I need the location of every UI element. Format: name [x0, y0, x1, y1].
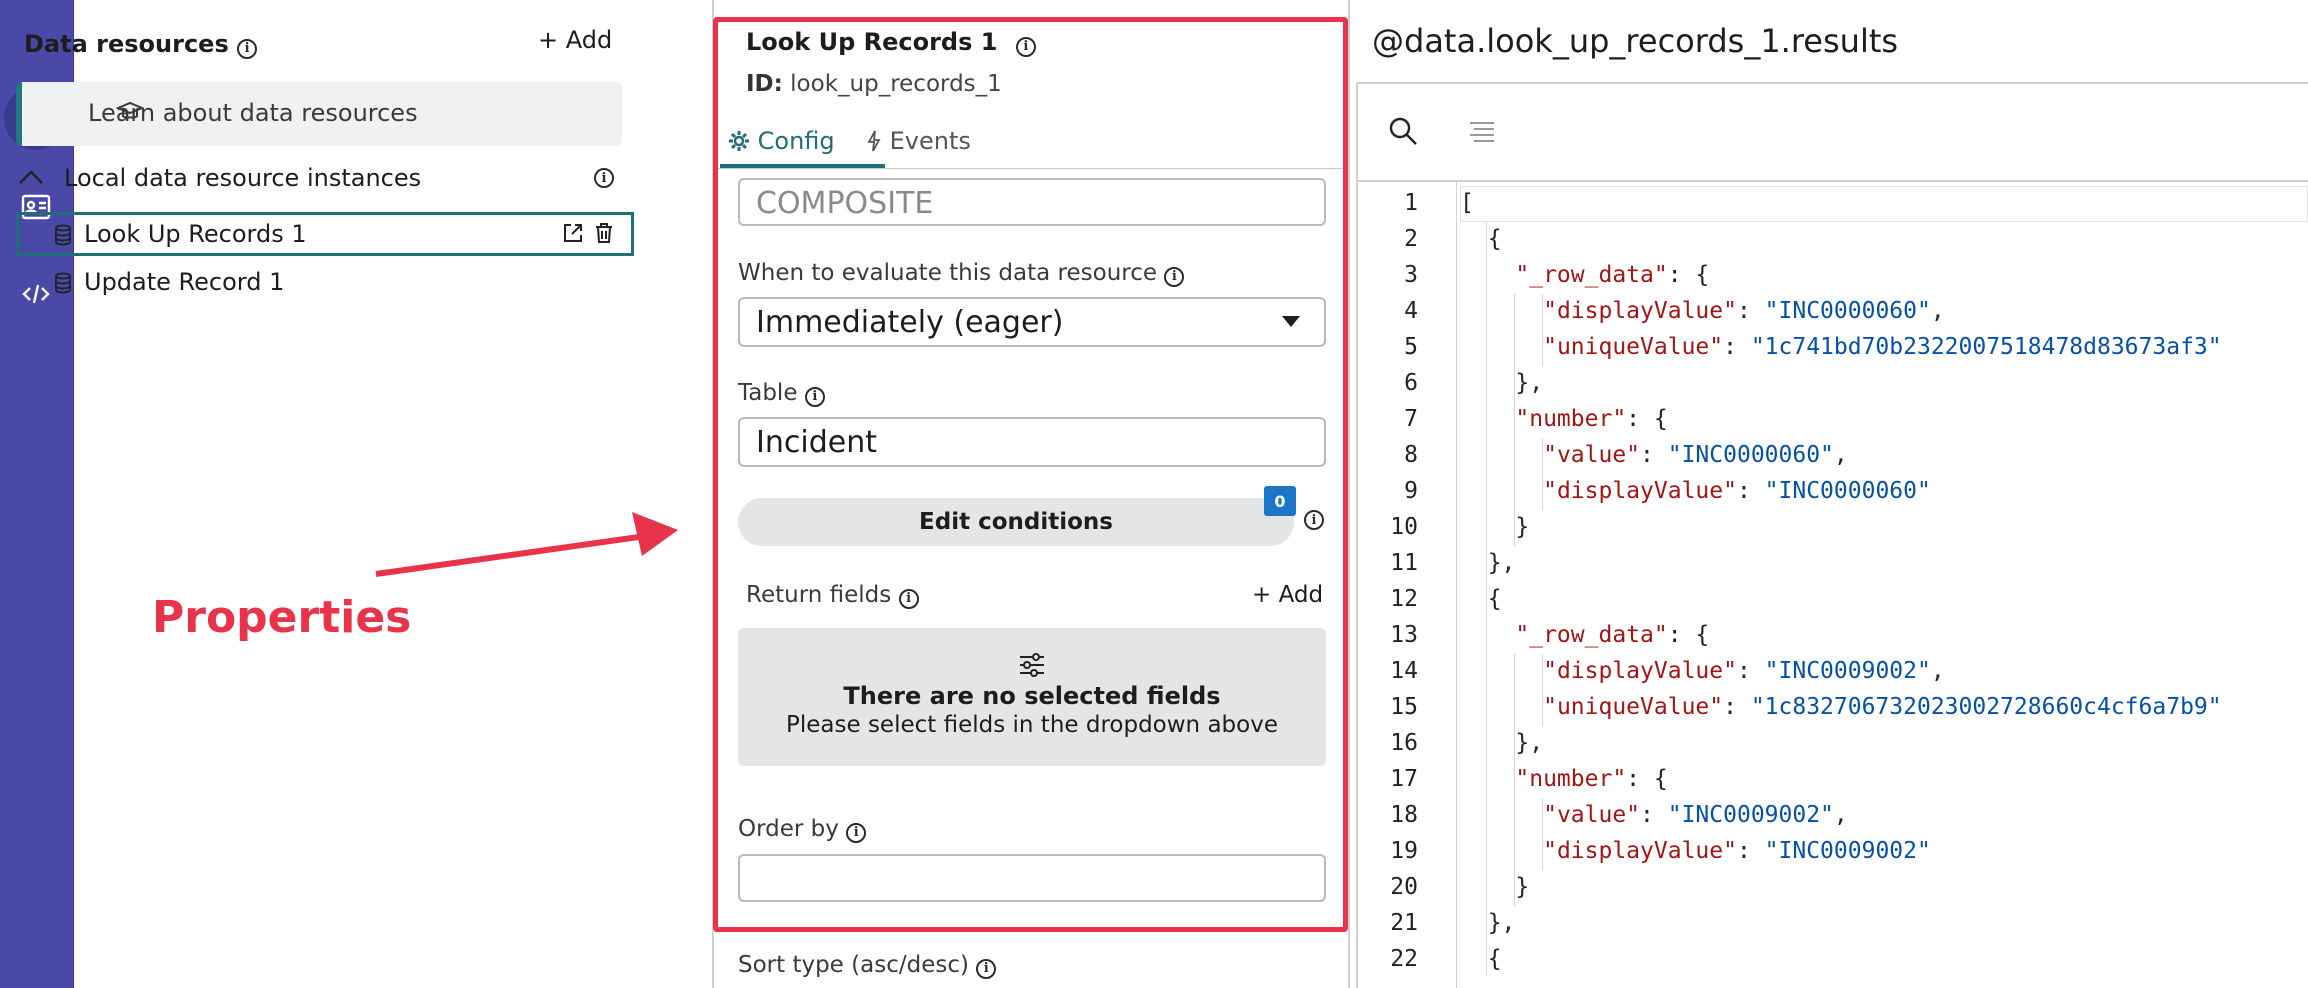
panel-title: Data resources i	[24, 30, 258, 59]
chevron-up-icon[interactable]	[18, 168, 44, 186]
learn-link[interactable]: Learn about data resources	[88, 99, 418, 127]
section-header[interactable]: Local data resource instances	[64, 164, 421, 192]
search-icon[interactable]	[1388, 116, 1418, 146]
info-icon[interactable]: i	[237, 38, 258, 59]
editor-toolbar	[1356, 82, 2308, 182]
json-path-title: @data.look_up_records_1.results	[1372, 22, 1899, 60]
code-line: 22 {	[1390, 946, 1502, 972]
format-lines-icon[interactable]	[1468, 120, 1496, 142]
highlight-frame	[713, 17, 1348, 932]
info-icon[interactable]: i	[594, 168, 614, 188]
add-resource-button[interactable]: + Add	[538, 26, 612, 54]
